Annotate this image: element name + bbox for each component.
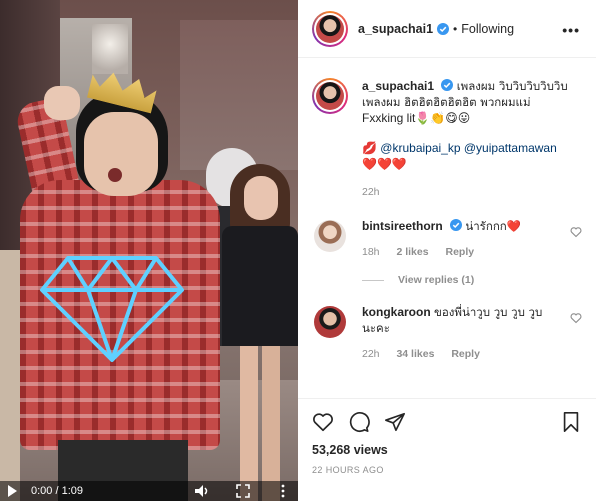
caption-text-block: a_supachai1 เพลงผม วิบวิบวิบวิบวิบ เพลงผ… [362,78,572,200]
post-video[interactable]: 0:00 / 1:09 [0,0,298,501]
comment-text: ของพี่น่าวูบ วูบ วูบ วูบ [434,305,543,319]
caption-line-1: เพลงผม วิบวิบวิบวิบวิบ [456,79,568,93]
comment-like-heart-icon[interactable] [570,226,582,238]
mention-link[interactable]: @krubaipai_kp [380,141,460,155]
bookmark-icon[interactable] [560,411,582,433]
following-button[interactable]: Following [461,22,514,36]
video-person-right [222,160,298,501]
comments-section[interactable]: a_supachai1 เพลงผม วิบวิบวิบวิบวิบ เพลงผ… [298,58,596,398]
comment-text-block: bintsireethorn น่ารักกก❤️ 18h 2 likes Re… [362,218,572,260]
paper-plane-icon[interactable] [384,411,406,433]
verified-badge-icon [437,22,450,35]
caption: a_supachai1 เพลงผม วิบวิบวิบวิบวิบ เพลงผ… [312,78,582,200]
hearts-emoji: ❤️❤️❤️ [362,157,407,171]
caption-username[interactable]: a_supachai1 [362,79,434,93]
lips-emoji: 💋 [362,141,377,155]
comment-time: 22h [362,348,380,360]
commenter-avatar[interactable] [314,220,346,252]
fullscreen-icon[interactable] [236,484,250,498]
avatar[interactable] [312,10,348,47]
post-sidebar: a_supachai1 • Following ••• a_supachai1 … [298,0,596,501]
comment-item: bintsireethorn น่ารักกก❤️ 18h 2 likes Re… [312,218,582,260]
post-header: a_supachai1 • Following ••• [298,0,596,58]
mention-link[interactable]: @yuipattamawan [464,141,557,155]
header-separator: • [453,21,458,36]
view-replies-label: View replies (1) [398,274,475,286]
post-timestamp[interactable]: 22 HOURS AGO [312,465,582,475]
verified-badge-icon [441,79,454,91]
caption-avatar[interactable] [312,78,348,114]
comment-item: kongkaroon ของพี่น่าวูบ วูบ วูบ วูบ นะคะ… [312,304,582,362]
comment-likes[interactable]: 2 likes [396,246,428,258]
commenter-avatar[interactable] [314,306,346,338]
reply-button[interactable]: Reply [451,348,480,360]
caption-time: 22h [362,186,380,198]
comment-text-block: kongkaroon ของพี่น่าวูบ วูบ วูบ วูบ นะคะ… [362,304,572,362]
reply-button[interactable]: Reply [446,246,475,258]
header-username[interactable]: a_supachai1 [358,22,433,36]
comment-username[interactable]: kongkaroon [362,305,431,319]
heart-outline-icon[interactable] [312,411,334,433]
diamond-sticker-icon [40,256,184,362]
view-count[interactable]: 53,268 views [312,443,582,457]
volume-icon[interactable] [194,484,210,498]
comment-like-heart-icon[interactable] [570,312,582,324]
speech-bubble-icon[interactable] [348,411,370,433]
post-actions: 53,268 views 22 HOURS AGO [298,398,596,501]
video-controls: 0:00 / 1:09 [0,481,298,501]
comment-text-line-2: นะคะ [362,321,390,335]
comment-time: 18h [362,246,380,258]
view-replies-line [362,279,384,281]
caption-line-2: เพลงผม ฮิตฮิตฮิตฮิตฮิต พวกผมแม่ [362,95,531,109]
view-replies-button[interactable]: View replies (1) [362,274,582,286]
options-icon[interactable]: ••• [562,22,580,38]
comment-username[interactable]: bintsireethorn [362,219,443,233]
play-icon[interactable] [8,485,17,497]
verified-badge-icon [450,219,463,231]
video-time: 0:00 / 1:09 [31,485,83,497]
caption-line-3: Fxxking lit🌷👏😋😛 [362,111,471,125]
comment-likes[interactable]: 34 likes [396,348,434,360]
comment-text: น่ารักกก❤️ [465,219,522,233]
more-vertical-icon[interactable] [276,484,290,498]
